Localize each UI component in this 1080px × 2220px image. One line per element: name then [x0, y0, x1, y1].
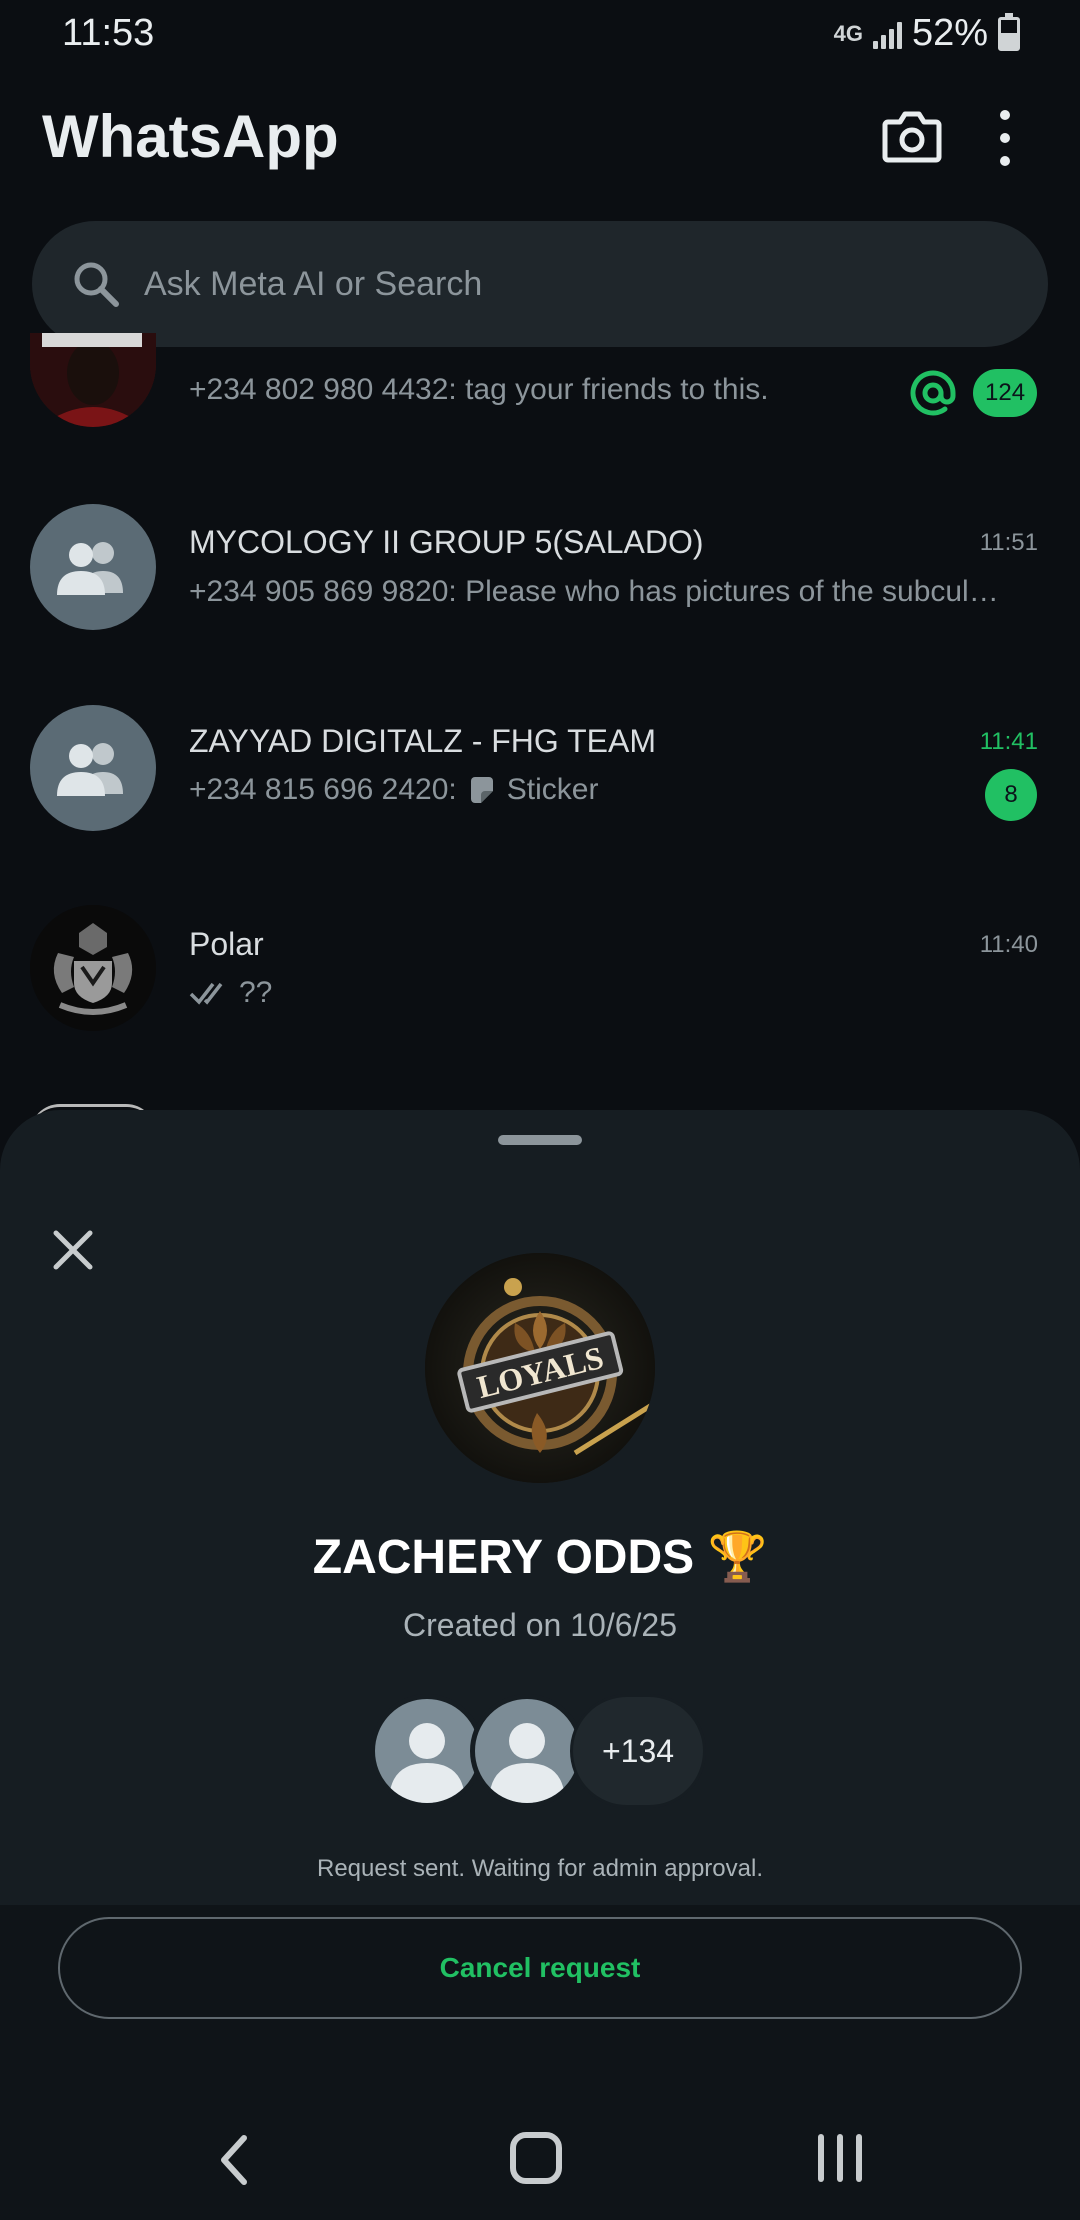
battery-icon [998, 12, 1020, 51]
drag-handle[interactable] [498, 1135, 582, 1145]
message-text: ?? [239, 976, 273, 1009]
sticker-icon [470, 777, 493, 803]
home-icon[interactable] [510, 2132, 562, 2184]
chat-time: 11:41 [979, 728, 1038, 755]
chat-last-message: +234 802 980 4432: tag your friends to t… [189, 373, 769, 406]
app-title: WhatsApp [42, 103, 339, 170]
status-bar: 11:53 4G 52% [0, 0, 1080, 70]
more-options-icon[interactable] [1000, 110, 1010, 166]
chat-name: Polar [189, 926, 264, 962]
chat-row[interactable]: ZAYYAD DIGITALZ - FHG TEAM 11:41 +234 81… [0, 668, 1080, 868]
message-text: Sticker [506, 773, 599, 806]
signal-icon [872, 19, 902, 49]
double-check-icon [189, 982, 223, 1005]
status-indicators: 4G 52% [834, 12, 1020, 55]
search-input[interactable] [144, 264, 944, 304]
chat-name: ZAYYAD DIGITALZ - FHG TEAM [189, 723, 656, 759]
group-name: ZACHERY ODDS 🏆 [312, 1531, 768, 1584]
group-avatar-icon [30, 705, 156, 831]
chat-last-message: ?? [189, 976, 1019, 1010]
search-icon [74, 262, 119, 307]
navigation-bar [0, 2100, 1080, 2220]
battery-percent: 52% [911, 12, 988, 54]
chat-row[interactable]: Polar 11:40 ?? [0, 868, 1080, 1068]
member-count-badge: +134 [570, 1694, 706, 1808]
mention-icon [910, 370, 956, 416]
recents-icon[interactable] [818, 2134, 862, 2182]
network-type: 4G [833, 20, 863, 46]
cancel-request-button[interactable]: Cancel request [58, 1917, 1022, 2019]
message-sender: +234 815 696 2420: [189, 773, 457, 806]
avatar [370, 1694, 484, 1808]
avatar [30, 905, 156, 1031]
request-status: Request sent. Waiting for admin approval… [316, 1855, 763, 1882]
chat-last-message: +234 815 696 2420: Sticker [189, 773, 949, 807]
group-avatar-icon [30, 504, 156, 630]
search-bar[interactable] [32, 221, 1048, 347]
chat-name: MYCOLOGY II GROUP 5(SALADO) [189, 524, 704, 560]
back-icon[interactable] [210, 2132, 260, 2188]
unread-badge: 8 [985, 769, 1037, 821]
chat-last-message: +234 905 869 9820: Please who has pictur… [189, 575, 999, 608]
status-time: 11:53 [62, 12, 155, 54]
chat-time: 11:51 [979, 529, 1038, 556]
avatar [470, 1694, 584, 1808]
chat-time: 11:40 [979, 931, 1038, 958]
chat-row[interactable]: +234 802 980 4432: tag your friends to t… [0, 333, 1080, 445]
chat-row[interactable]: MYCOLOGY II GROUP 5(SALADO) 11:51 +234 9… [0, 467, 1080, 667]
group-created-date: Created on 10/6/25 [403, 1607, 677, 1643]
camera-icon[interactable] [882, 108, 942, 164]
member-avatars: +134 [370, 1694, 710, 1828]
unread-badge: 124 [973, 369, 1038, 417]
group-photo: LOYALS [425, 1253, 655, 1483]
close-icon[interactable] [48, 1225, 98, 1275]
avatar [30, 333, 156, 427]
group-invite-sheet: LOYALS ZACHERY ODDS 🏆 Created on 10/6/25… [0, 1110, 1080, 2220]
